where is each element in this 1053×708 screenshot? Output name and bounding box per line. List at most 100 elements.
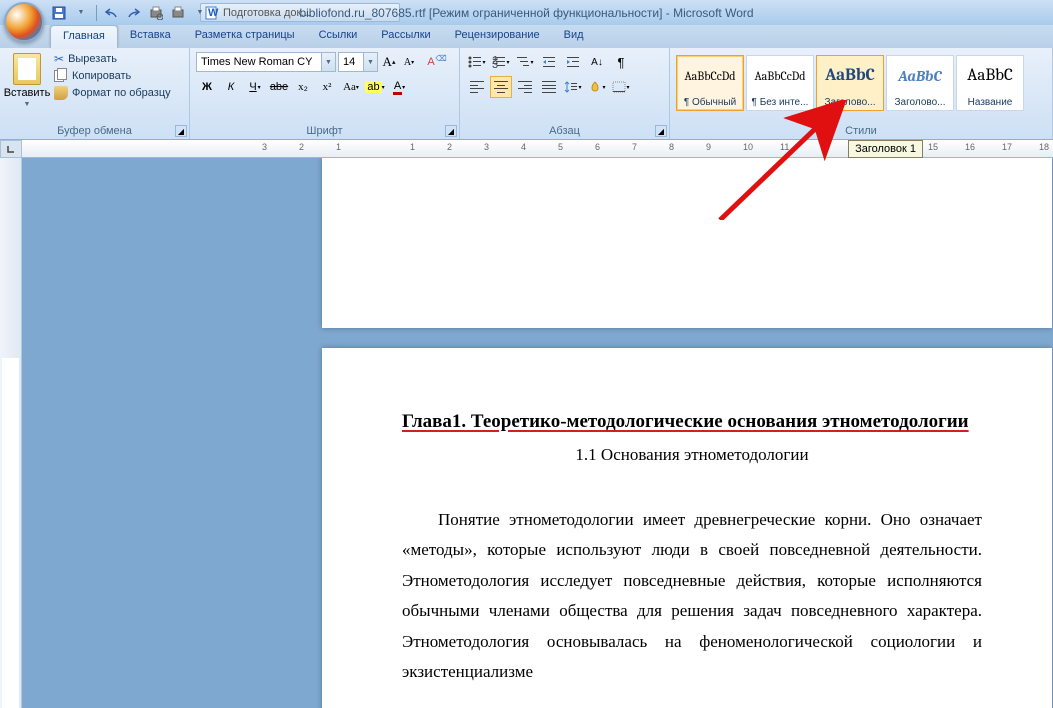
ruler-mark: 3 <box>262 142 267 152</box>
redo-icon[interactable] <box>125 4 143 22</box>
style-preview: AaBbC <box>957 56 1023 95</box>
increase-indent-button[interactable] <box>562 51 584 73</box>
ruler-mark: 1 <box>410 142 415 152</box>
tab-selector[interactable] <box>0 140 22 158</box>
style-name: ¶ Без инте... <box>747 95 813 110</box>
font-name-value: Times New Roman CY <box>201 56 312 68</box>
tab-mailings[interactable]: Рассылки <box>369 25 442 48</box>
group-paragraph: ▾ 123▾ ▾ A↓ ¶ ▾ ▾ ▾ Абзац ◢ <box>460 48 670 139</box>
undo-icon[interactable] <box>103 4 121 22</box>
page-previous <box>322 158 1052 328</box>
numbering-button[interactable]: 123▾ <box>490 51 512 73</box>
ruler-mark: 16 <box>965 142 975 152</box>
multilevel-button[interactable]: ▾ <box>514 51 536 73</box>
scissors-icon: ✂ <box>54 52 64 66</box>
group-styles: AaBbCcDd¶ ОбычныйAaBbCcDd¶ Без инте...Aa… <box>670 48 1053 139</box>
group-label: Стили <box>676 123 1046 137</box>
style-item-1[interactable]: AaBbCcDd¶ Без инте... <box>746 55 814 111</box>
document-area: Глава1. Теоретико-методологические основ… <box>0 158 1053 708</box>
print-preview-icon[interactable] <box>147 4 165 22</box>
qat-menu-icon[interactable]: ▼ <box>191 4 209 22</box>
font-size-combo[interactable]: 14 ▼ <box>338 52 378 72</box>
font-color-button[interactable]: A▾ <box>388 76 410 98</box>
cut-button[interactable]: ✂ Вырезать <box>52 51 173 67</box>
align-justify-button[interactable] <box>538 76 560 98</box>
qat-dropdown-icon[interactable]: ▼ <box>72 4 90 22</box>
brush-icon <box>54 86 68 100</box>
dialog-launcher[interactable]: ◢ <box>655 125 667 137</box>
paste-button[interactable]: Вставить ▼ <box>6 51 48 110</box>
bullets-button[interactable]: ▾ <box>466 51 488 73</box>
sort-button[interactable]: A↓ <box>586 51 608 73</box>
line-spacing-button[interactable]: ▾ <box>562 76 584 98</box>
grow-font-button[interactable]: A▴ <box>380 51 398 73</box>
ribbon-tabs: Главная Вставка Разметка страницы Ссылки… <box>0 25 1053 48</box>
save-icon[interactable] <box>50 4 68 22</box>
tab-insert[interactable]: Вставка <box>118 25 183 48</box>
style-preview: AaBbC <box>887 56 953 95</box>
clear-formatting-button[interactable]: A⌫ <box>420 51 442 73</box>
font-size-value: 14 <box>343 56 355 68</box>
align-left-button[interactable] <box>466 76 488 98</box>
strikethrough-button[interactable]: abe <box>268 76 290 98</box>
dropdown-icon: ▼ <box>24 101 31 108</box>
bold-button[interactable]: Ж <box>196 76 218 98</box>
format-painter-button[interactable]: Формат по образцу <box>52 85 173 101</box>
subscript-button[interactable]: x₂ <box>292 76 314 98</box>
vertical-ruler[interactable] <box>0 158 22 708</box>
dialog-launcher[interactable]: ◢ <box>175 125 187 137</box>
document-subheading[interactable]: 1.1 Основания этнометодологии <box>402 445 982 465</box>
style-item-4[interactable]: AaBbCНазвание <box>956 55 1024 111</box>
ruler-mark: 18 <box>1039 142 1049 152</box>
shrink-font-button[interactable]: A▾ <box>400 51 418 73</box>
svg-text:3: 3 <box>492 59 498 68</box>
quick-access-toolbar: ▼ ▼ <box>50 0 209 25</box>
ruler-mark: 10 <box>743 142 753 152</box>
ruler-mark: 2 <box>299 142 304 152</box>
copy-label: Копировать <box>72 70 131 82</box>
show-marks-button[interactable]: ¶ <box>610 51 632 73</box>
style-item-0[interactable]: AaBbCcDd¶ Обычный <box>676 55 744 111</box>
tab-home[interactable]: Главная <box>50 25 118 48</box>
group-label: Буфер обмена <box>6 123 183 137</box>
shading-button[interactable]: ▾ <box>586 76 608 98</box>
tab-review[interactable]: Рецензирование <box>443 25 552 48</box>
borders-button[interactable]: ▾ <box>610 76 632 98</box>
quick-print-icon[interactable] <box>169 4 187 22</box>
window-title: bibliofond.ru_807685.rtf [Режим ограниче… <box>299 6 753 20</box>
cut-label: Вырезать <box>68 53 117 65</box>
ruler-mark: 9 <box>706 142 711 152</box>
style-item-3[interactable]: AaBbCЗаголово... <box>886 55 954 111</box>
horizontal-ruler[interactable]: 3211234567891011131415161718 Заголовок 1 <box>22 140 1053 158</box>
office-button[interactable] <box>4 2 44 42</box>
change-case-button[interactable]: Aa▾ <box>340 76 362 98</box>
tab-references[interactable]: Ссылки <box>307 25 370 48</box>
superscript-button[interactable]: x² <box>316 76 338 98</box>
font-name-combo[interactable]: Times New Roman CY ▼ <box>196 52 336 72</box>
align-right-button[interactable] <box>514 76 536 98</box>
style-preview: AaBbCcDd <box>747 56 813 95</box>
format-painter-label: Формат по образцу <box>72 87 171 99</box>
decrease-indent-button[interactable] <box>538 51 560 73</box>
page-current[interactable]: Глава1. Теоретико-методологические основ… <box>322 348 1052 708</box>
copy-button[interactable]: Копировать <box>52 69 173 83</box>
dialog-launcher[interactable]: ◢ <box>445 125 457 137</box>
ribbon: Вставить ▼ ✂ Вырезать Копировать Формат п… <box>0 48 1053 140</box>
ruler-mark: 11 <box>780 142 789 152</box>
document-body[interactable]: Понятие этнометодологии имеет древнегреч… <box>402 505 982 689</box>
background-tab-label: Подготовка док... <box>223 7 310 19</box>
underline-button[interactable]: Ч▾ <box>244 76 266 98</box>
titlebar: ▼ ▼ W Подготовка док... bibliofond.ru_80… <box>0 0 1053 25</box>
tab-view[interactable]: Вид <box>552 25 596 48</box>
highlight-button[interactable]: ab▾ <box>364 76 386 98</box>
separator <box>96 5 97 21</box>
document-scroll[interactable]: Глава1. Теоретико-методологические основ… <box>22 158 1053 708</box>
dropdown-icon: ▼ <box>363 53 377 71</box>
style-preview: AaBbCcDd <box>677 56 743 95</box>
dropdown-icon: ▼ <box>321 53 335 71</box>
tab-pagelayout[interactable]: Разметка страницы <box>183 25 307 48</box>
document-heading[interactable]: Глава1. Теоретико-методологические основ… <box>402 408 982 437</box>
style-item-2[interactable]: AaBbCЗаголово... <box>816 55 884 111</box>
align-center-button[interactable] <box>490 76 512 98</box>
italic-button[interactable]: К <box>220 76 242 98</box>
